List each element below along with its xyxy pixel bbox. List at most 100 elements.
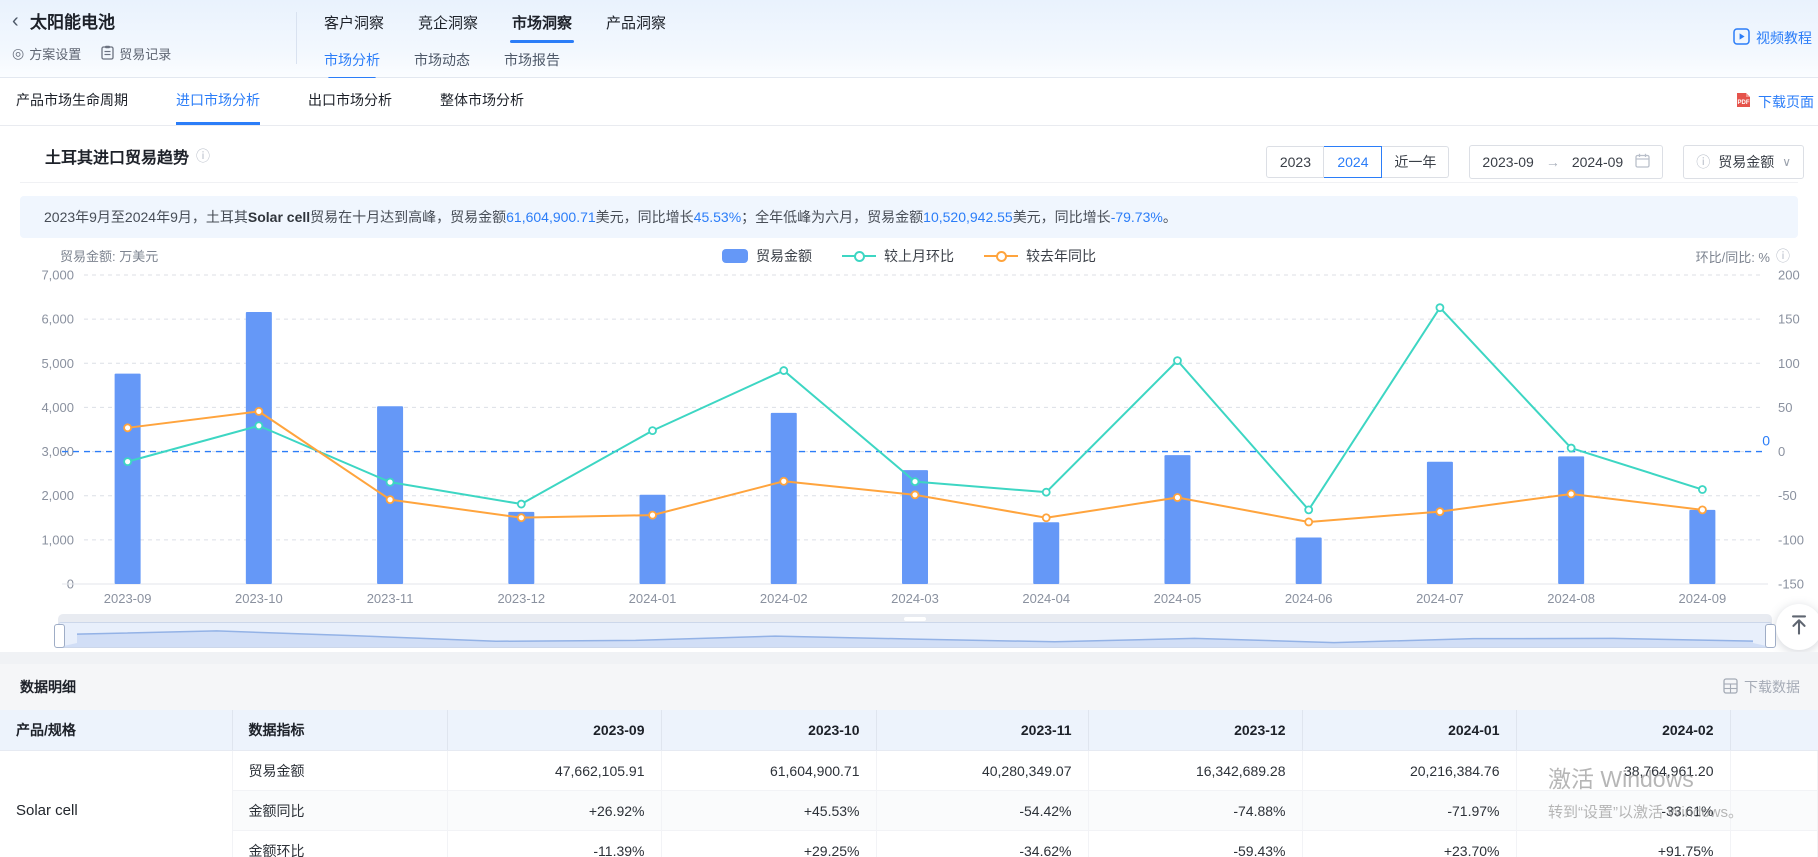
value-cell: 47,662,105.91 — [447, 751, 661, 791]
datazoom-right-handle[interactable] — [1765, 624, 1776, 648]
datazoom-band[interactable] — [58, 622, 1772, 648]
nav-item-2[interactable]: 出口市场分析 — [308, 78, 392, 125]
summary-banner: 2023年9月至2024年9月，土耳其Solar cell贸易在十月达到高峰，贸… — [20, 196, 1798, 238]
x-axis-label: 2024-02 — [760, 591, 808, 606]
point-较去年同比-2024-09 — [1699, 506, 1706, 513]
video-tutorial-label: 视频教程 — [1756, 28, 1812, 48]
point-较上月环比-2023-09 — [124, 458, 131, 465]
up-arrow-icon — [1787, 613, 1811, 642]
nav-item-0[interactable]: 产品市场生命周期 — [16, 78, 128, 125]
point-较去年同比-2024-01 — [649, 512, 656, 519]
right-axis-tick: -150 — [1778, 577, 1804, 592]
top-tab-0[interactable]: 客户洞察 — [322, 6, 386, 45]
download-data-button[interactable]: 下载数据 — [1723, 664, 1800, 710]
point-较上月环比-2023-10 — [255, 422, 262, 429]
column-header-数据指标: 数据指标 — [232, 710, 447, 751]
nav-item-3[interactable]: 整体市场分析 — [440, 78, 524, 125]
metric-select[interactable]: ⓘ 贸易金额 ∨ — [1683, 145, 1804, 179]
page-title: 太阳能电池 — [30, 8, 115, 33]
metric-label: 贸易金额 — [232, 751, 447, 791]
x-axis-label: 2024-03 — [891, 591, 939, 606]
target-icon: ◎ — [12, 45, 24, 62]
value-cell: -11.39% — [447, 831, 661, 857]
download-page-button[interactable]: PDF 下载页面 — [1735, 78, 1814, 125]
trend-chart: 7,0002006,0001505,0001004,000503,00002,0… — [0, 240, 1818, 612]
left-axis-tick: 1,000 — [41, 532, 74, 547]
play-icon — [1733, 28, 1750, 48]
year-button-2023[interactable]: 2023 — [1266, 146, 1324, 178]
metric-label: 金额同比 — [232, 791, 447, 831]
back-to-top-button[interactable] — [1776, 604, 1818, 650]
datazoom-slider[interactable] — [58, 612, 1772, 648]
x-axis-label: 2024-08 — [1547, 591, 1595, 606]
blank-cell — [1730, 751, 1818, 791]
scheme-settings-label: 方案设置 — [29, 44, 81, 63]
excel-icon — [1723, 678, 1738, 697]
right-axis-tick: 0 — [1778, 444, 1785, 459]
year-button-2024[interactable]: 2024 — [1324, 146, 1382, 178]
point-较去年同比-2023-10 — [255, 408, 262, 415]
bar-2023-11 — [377, 406, 403, 584]
value-cell: 38,764,961.20 — [1516, 751, 1730, 791]
top-tab-3[interactable]: 产品洞察 — [604, 6, 668, 45]
x-axis-label: 2023-10 — [235, 591, 283, 606]
table-row-金额同比: 金额同比+26.92%+45.53%-54.42%-74.88%-71.97%-… — [0, 791, 1818, 831]
year-button-group: 20232024近一年 — [1266, 146, 1449, 178]
back-icon[interactable]: ‹ — [12, 10, 19, 32]
chart-title: 土耳其进口贸易趋势 ⓘ — [45, 144, 210, 168]
scheme-settings-button[interactable]: ◎ 方案设置 — [12, 44, 81, 63]
date-range-picker[interactable]: 2023-09 → 2024-09 — [1469, 145, 1663, 179]
point-较去年同比-2024-08 — [1568, 490, 1575, 497]
point-较上月环比-2023-11 — [387, 479, 394, 486]
left-axis-tick: 4,000 — [41, 400, 74, 415]
column-header-产品/规格: 产品/规格 — [0, 710, 232, 751]
sub-tab-2[interactable]: 市场报告 — [502, 46, 562, 79]
value-cell: 61,604,900.71 — [661, 751, 876, 791]
analysis-nav-row: 产品市场生命周期 进口市场分析 出口市场分析 整体市场分析 PDF 下载页面 — [0, 78, 1818, 126]
bar-2024-01 — [640, 495, 666, 584]
x-axis-label: 2023-12 — [497, 591, 545, 606]
right-axis-tick: 150 — [1778, 312, 1800, 327]
sub-tab-0[interactable]: 市场分析 — [322, 46, 382, 79]
chart-controls: 20232024近一年 2023-09 → 2024-09 ⓘ 贸易金额 ∨ — [1266, 146, 1804, 178]
bar-2024-08 — [1558, 456, 1584, 584]
market-sub-tabs: 市场分析市场动态市场报告 — [322, 46, 562, 79]
table-header-row: 产品/规格数据指标2023-092023-102023-112023-12202… — [0, 710, 1818, 751]
point-较上月环比-2024-07 — [1436, 304, 1443, 311]
top-tab-1[interactable]: 竞企洞察 — [416, 6, 480, 45]
x-axis-label: 2024-01 — [629, 591, 677, 606]
point-较去年同比-2024-07 — [1436, 508, 1443, 515]
summary-fragment: ；全年低峰为六月，贸易金额 — [741, 209, 923, 225]
sub-tab-1[interactable]: 市场动态 — [412, 46, 472, 79]
year-button-近一年[interactable]: 近一年 — [1382, 146, 1449, 178]
trade-records-button[interactable]: 贸易记录 — [101, 44, 171, 63]
table-row-金额环比: 金额环比-11.39%+29.25%-34.62%-59.43%+23.70%+… — [0, 831, 1818, 857]
value-cell: +29.25% — [661, 831, 876, 857]
x-axis-label: 2023-09 — [104, 591, 152, 606]
range-arrow-icon: → — [1546, 154, 1560, 170]
column-header-2023-12: 2023-12 — [1088, 710, 1302, 751]
data-detail-table: 产品/规格数据指标2023-092023-102023-112023-12202… — [0, 710, 1818, 857]
point-较去年同比-2023-12 — [518, 514, 525, 521]
date-range-end[interactable]: 2024-09 — [1572, 154, 1623, 170]
header-divider — [296, 12, 297, 64]
top-tab-2[interactable]: 市场洞察 — [510, 6, 574, 45]
value-cell: -33.61% — [1516, 791, 1730, 831]
video-tutorial-button[interactable]: 视频教程 — [1733, 28, 1812, 48]
info-icon[interactable]: ⓘ — [196, 146, 210, 166]
value-cell: -34.62% — [876, 831, 1088, 857]
metric-select-value: 贸易金额 — [1718, 152, 1774, 172]
datazoom-left-handle[interactable] — [54, 624, 65, 648]
data-detail-header: 数据明细 下载数据 — [0, 664, 1818, 710]
x-axis-label: 2023-11 — [367, 591, 414, 606]
column-header-2024-02: 2024-02 — [1516, 710, 1730, 751]
metric-label: 金额环比 — [232, 831, 447, 857]
value-cell: 20,216,384.76 — [1302, 751, 1516, 791]
date-range-start[interactable]: 2023-09 — [1482, 154, 1533, 170]
summary-fragment: -79.73% — [1111, 209, 1163, 225]
bar-2024-06 — [1296, 538, 1322, 584]
bar-2023-12 — [508, 512, 534, 584]
nav-item-1[interactable]: 进口市场分析 — [176, 78, 260, 125]
summary-fragment: 61,604,900.71 — [506, 209, 596, 225]
point-较上月环比-2024-03 — [912, 478, 919, 485]
